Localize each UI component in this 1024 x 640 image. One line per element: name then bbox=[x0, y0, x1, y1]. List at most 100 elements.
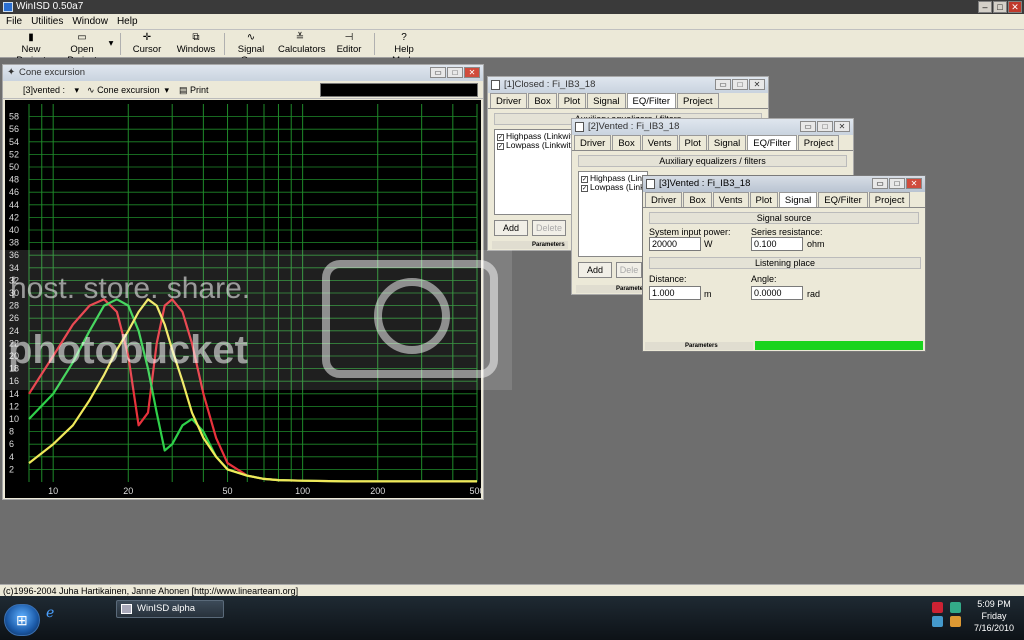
windows-logo-icon: ⊞ bbox=[16, 612, 28, 628]
y-tick-label: 10 bbox=[9, 414, 19, 424]
tray-update-icon[interactable] bbox=[950, 616, 961, 627]
win2-titlebar[interactable]: [2]Vented : Fi_IB3_18 ▭ □ ✕ bbox=[572, 119, 853, 135]
tab-driver[interactable]: Driver bbox=[645, 192, 683, 207]
project-select[interactable]: [3]vented : ▾ bbox=[23, 83, 81, 97]
tab-eq-filter[interactable]: EQ/Filter bbox=[747, 135, 797, 150]
printer-icon: ▤ bbox=[179, 85, 188, 95]
tab-signal[interactable]: Signal bbox=[587, 93, 626, 108]
tab-project[interactable]: Project bbox=[677, 93, 719, 108]
help-mode-button[interactable]: ?Help Mode bbox=[382, 32, 426, 66]
win3-params-bar: Parameters bbox=[645, 342, 753, 350]
list-item[interactable]: ✓ Lowpass (Link bbox=[581, 183, 645, 192]
close-button[interactable]: ✕ bbox=[1008, 1, 1022, 13]
distance-input[interactable]: 1.000 bbox=[649, 286, 701, 300]
wave-icon: ∿ bbox=[87, 85, 95, 95]
signal-gen-button[interactable]: ∿Signal Gen. bbox=[229, 32, 273, 66]
windows-button[interactable]: ⧉ Windows bbox=[176, 32, 216, 56]
close-button[interactable]: ✕ bbox=[834, 121, 850, 132]
list-item[interactable]: ✓ Lowpass (Linkwitz- bbox=[497, 141, 578, 150]
win2-filter-list[interactable]: ✓ Highpass (Link ✓ Lowpass (Link bbox=[578, 171, 648, 257]
y-tick-label: 38 bbox=[9, 238, 19, 248]
clock-day: Friday bbox=[981, 611, 1007, 621]
chevron-down-icon: ▾ bbox=[74, 85, 79, 95]
open-project-button[interactable]: ▭Open Project bbox=[58, 32, 106, 66]
close-button[interactable]: ✕ bbox=[464, 67, 480, 78]
plot-type-select[interactable]: ∿ Cone excursion ▾ bbox=[87, 83, 171, 97]
tab-signal[interactable]: Signal bbox=[707, 135, 747, 150]
win2-delete-button[interactable]: Dele bbox=[616, 262, 642, 278]
tray-network-icon[interactable] bbox=[932, 602, 943, 613]
cursor-readout bbox=[320, 83, 478, 97]
tab-plot[interactable]: Plot bbox=[678, 135, 707, 150]
win2-title: [2]Vented : Fi_IB3_18 bbox=[588, 121, 680, 132]
start-button[interactable]: ⊞ bbox=[4, 604, 40, 636]
tab-box[interactable]: Box bbox=[683, 192, 712, 207]
tab-driver[interactable]: Driver bbox=[490, 93, 528, 108]
window-icon bbox=[575, 122, 584, 132]
listening-place-header: Listening place bbox=[649, 257, 921, 269]
dropdown-arrow-icon: ▾ bbox=[108, 38, 114, 49]
series-resistance-input[interactable]: 0.100 bbox=[751, 237, 803, 251]
window-icon bbox=[491, 80, 500, 90]
new-project-button[interactable]: ▮New Project bbox=[8, 32, 54, 66]
watermark-overlay: host. store. share. photobucket bbox=[0, 250, 512, 390]
maximize-button[interactable]: □ bbox=[993, 1, 1007, 13]
minimize-button[interactable]: ▭ bbox=[872, 178, 888, 189]
tab-plot[interactable]: Plot bbox=[557, 93, 587, 108]
tab-box[interactable]: Box bbox=[612, 135, 641, 150]
maximize-button[interactable]: □ bbox=[817, 121, 833, 132]
taskbar-item-winisd[interactable]: WinISD alpha bbox=[116, 600, 224, 618]
cursor-icon: ✛ bbox=[142, 32, 152, 43]
cursor-button[interactable]: ✛ Cursor bbox=[128, 32, 166, 56]
minimize-button[interactable]: ▭ bbox=[715, 79, 731, 90]
maximize-button[interactable]: □ bbox=[732, 79, 748, 90]
tab-project[interactable]: Project bbox=[868, 192, 911, 207]
print-button[interactable]: ▤ Print bbox=[179, 83, 213, 97]
system-power-input[interactable]: 20000 bbox=[649, 237, 701, 251]
menu-file[interactable]: File bbox=[6, 14, 22, 29]
tab-vents[interactable]: Vents bbox=[712, 192, 749, 207]
y-tick-label: 50 bbox=[9, 162, 19, 172]
tray-shield-icon[interactable] bbox=[932, 616, 943, 627]
win1-titlebar[interactable]: [1]Closed : Fi_IB3_18 ▭ □ ✕ bbox=[488, 77, 768, 93]
minimize-button[interactable]: ▭ bbox=[430, 67, 446, 78]
app-title: WinISD 0.50a7 bbox=[16, 1, 84, 12]
minimize-button[interactable]: ▭ bbox=[800, 121, 816, 132]
tab-eq-filter[interactable]: EQ/Filter bbox=[818, 192, 868, 207]
win1-filter-list[interactable]: ✓ Highpass (Linkwitz- ✓ Lowpass (Linkwitz- bbox=[494, 129, 580, 215]
win1-delete-button[interactable]: Delete bbox=[532, 220, 566, 236]
tab-signal[interactable]: Signal bbox=[778, 192, 818, 207]
menu-window[interactable]: Window bbox=[72, 14, 108, 29]
tab-eq-filter[interactable]: EQ/Filter bbox=[626, 93, 676, 108]
close-button[interactable]: ✕ bbox=[906, 178, 922, 189]
win3-titlebar[interactable]: [3]Vented : Fi_IB3_18 ▭ □ ✕ bbox=[643, 176, 925, 192]
distance-unit: m bbox=[704, 289, 712, 299]
maximize-button[interactable]: □ bbox=[889, 178, 905, 189]
tab-plot[interactable]: Plot bbox=[749, 192, 778, 207]
win2-panel-header: Auxiliary equalizers / filters bbox=[578, 155, 847, 167]
clock[interactable]: 5:09 PM Friday 7/16/2010 bbox=[966, 598, 1022, 634]
angle-input[interactable]: 0.0000 bbox=[751, 286, 803, 300]
win1-title: [1]Closed : Fi_IB3_18 bbox=[504, 79, 596, 90]
minimize-button[interactable]: ‒ bbox=[978, 1, 992, 13]
menu-utilities[interactable]: Utilities bbox=[31, 14, 63, 29]
tab-box[interactable]: Box bbox=[528, 93, 557, 108]
menu-help[interactable]: Help bbox=[117, 14, 138, 29]
tab-vents[interactable]: Vents bbox=[641, 135, 678, 150]
y-tick-label: 40 bbox=[9, 225, 19, 235]
checkbox-checked-icon: ✓ bbox=[497, 143, 504, 150]
ie-quicklaunch-icon[interactable]: ℯ bbox=[46, 604, 54, 621]
y-tick-label: 58 bbox=[9, 112, 19, 122]
editor-button[interactable]: ⊣ Editor bbox=[334, 32, 364, 56]
y-tick-label: 12 bbox=[9, 401, 19, 411]
signal-source-header: Signal source bbox=[649, 212, 919, 224]
tab-driver[interactable]: Driver bbox=[574, 135, 612, 150]
tray-volume-icon[interactable] bbox=[950, 602, 961, 613]
win2-add-button[interactable]: Add bbox=[578, 262, 612, 278]
cone-window-titlebar[interactable]: ✦ Cone excursion ▭ □ ✕ bbox=[3, 65, 483, 81]
win1-add-button[interactable]: Add bbox=[494, 220, 528, 236]
tab-project[interactable]: Project bbox=[797, 135, 840, 150]
calculators-button[interactable]: ≚ Calculators bbox=[278, 32, 326, 56]
maximize-button[interactable]: □ bbox=[447, 67, 463, 78]
close-button[interactable]: ✕ bbox=[749, 79, 765, 90]
